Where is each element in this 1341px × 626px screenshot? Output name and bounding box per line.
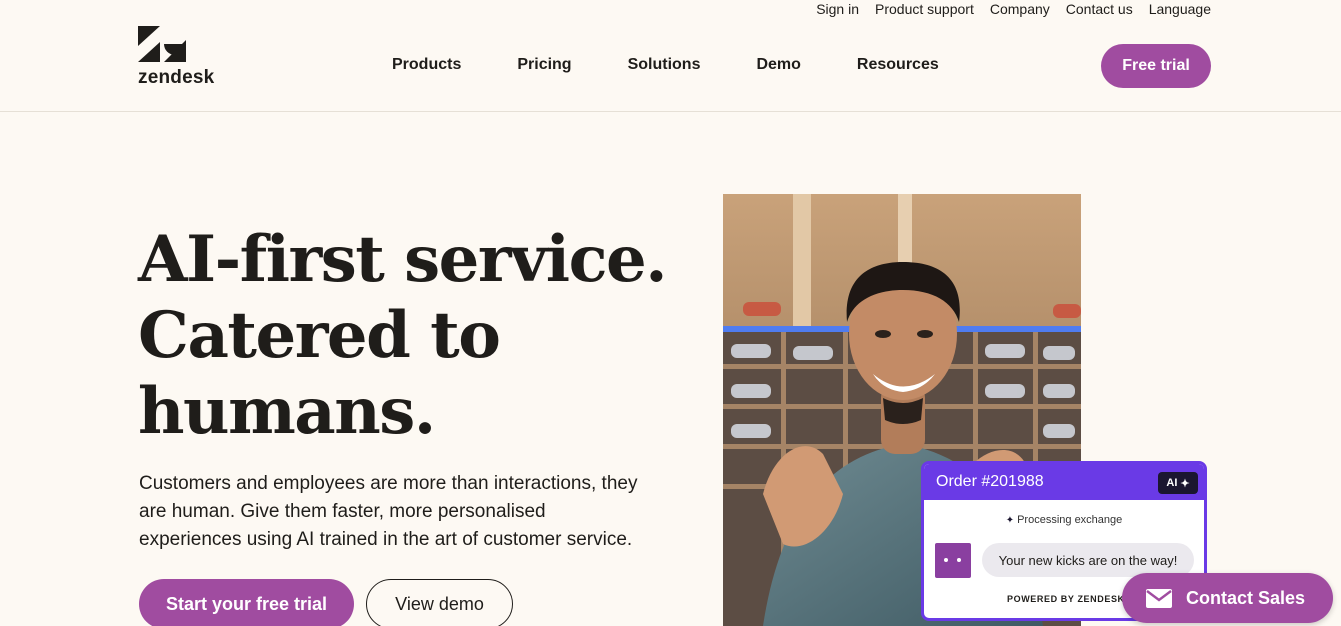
subtext-line-1: Customers and employees are more than in… <box>139 473 638 494</box>
utility-link-product-support[interactable]: Product support <box>875 1 974 17</box>
utility-link-contact-us[interactable]: Contact us <box>1066 1 1133 17</box>
processing-label: Processing exchange <box>1017 514 1123 526</box>
nav-solutions[interactable]: Solutions <box>628 56 701 74</box>
subtext-line-3: experiences using AI trained in the art … <box>139 529 633 550</box>
nav-products[interactable]: Products <box>392 56 461 74</box>
processing-status: ✦ Processing exchange <box>924 514 1204 526</box>
order-title: Order #201988 <box>936 473 1044 490</box>
subtext-line-2: are human. Give them faster, more person… <box>139 501 546 522</box>
headline-line-1: AI-first service. <box>138 222 668 297</box>
sparkle-icon: ✦ <box>1005 515 1015 526</box>
view-demo-button[interactable]: View demo <box>366 579 513 626</box>
headline-line-2: Catered to <box>138 298 501 373</box>
zendesk-logo[interactable]: zendesk <box>138 26 228 88</box>
mail-icon <box>1146 588 1172 608</box>
hero-subtext: Customers and employees are more than in… <box>139 470 679 554</box>
sparkle-icon: ✦ <box>1180 477 1190 490</box>
ai-badge-label: AI <box>1166 477 1178 489</box>
headline-line-3: humans. <box>138 374 436 449</box>
free-trial-button[interactable]: Free trial <box>1101 44 1211 88</box>
utility-link-sign-in[interactable]: Sign in <box>816 1 859 17</box>
contact-sales-label: Contact Sales <box>1186 587 1306 608</box>
order-card-header: Order #201988 AI ✦ <box>924 464 1204 500</box>
utility-link-company[interactable]: Company <box>990 1 1050 17</box>
nav-pricing[interactable]: Pricing <box>517 56 571 74</box>
powered-by-label: POWERED BY ZENDESK AI <box>1007 594 1138 604</box>
ai-badge: AI ✦ <box>1158 472 1198 494</box>
nav-demo[interactable]: Demo <box>756 56 800 74</box>
chat-bubble: Your new kicks are on the way! <box>982 543 1194 577</box>
utility-link-language[interactable]: Language <box>1149 1 1211 17</box>
nav-resources[interactable]: Resources <box>857 56 939 74</box>
hero-headline: AI-first service. Catered to humans. <box>138 222 668 450</box>
site-header: Sign in Product support Company Contact … <box>0 0 1341 112</box>
bot-avatar-icon <box>935 543 971 578</box>
zendesk-mark-icon <box>138 26 186 62</box>
utility-nav: Sign in Product support Company Contact … <box>816 1 1211 17</box>
contact-sales-button[interactable]: Contact Sales <box>1122 573 1333 623</box>
start-free-trial-button[interactable]: Start your free trial <box>139 579 354 626</box>
main-nav: Products Pricing Solutions Demo Resource… <box>392 56 939 74</box>
logo-wordmark: zendesk <box>138 67 215 88</box>
